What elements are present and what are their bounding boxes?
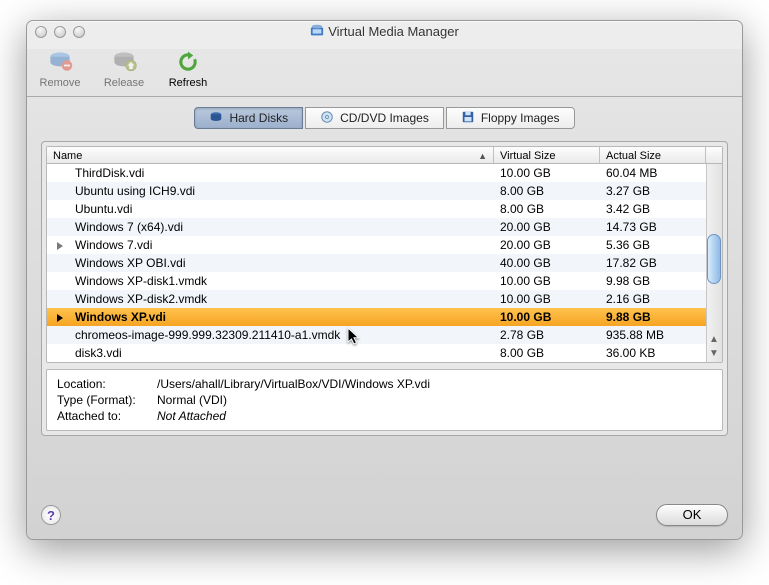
minimize-window-button[interactable] <box>54 26 66 38</box>
cell-name: disk3.vdi <box>47 346 494 360</box>
detail-value: /Users/ahall/Library/VirtualBox/VDI/Wind… <box>157 376 430 392</box>
cell-asize: 9.98 GB <box>600 274 706 288</box>
window-title: Virtual Media Manager <box>328 24 459 39</box>
tabset: Hard Disks CD/DVD Images Floppy Images <box>41 107 728 133</box>
table-body: ThirdDisk.vdi10.00 GB60.04 MBUbuntu usin… <box>47 164 722 362</box>
cell-vsize: 8.00 GB <box>494 202 600 216</box>
floppy-icon <box>461 110 475 127</box>
cell-name: Ubuntu.vdi <box>47 202 494 216</box>
cell-vsize: 20.00 GB <box>494 238 600 252</box>
window-controls <box>35 26 85 38</box>
table-row[interactable]: chromeos-image-999.999.32309.211410-a1.v… <box>47 326 722 344</box>
detail-label: Type (Format): <box>57 392 157 408</box>
table-row[interactable]: Windows XP-disk2.vmdk10.00 GB2.16 GB <box>47 290 722 308</box>
app-icon <box>310 23 324 37</box>
footer: ? OK <box>41 501 728 529</box>
release-button[interactable]: Release <box>101 47 147 89</box>
remove-button[interactable]: Remove <box>37 47 83 89</box>
cell-vsize: 10.00 GB <box>494 274 600 288</box>
col-corner <box>706 147 722 163</box>
cell-asize: 36.00 KB <box>600 346 706 360</box>
scrollbar[interactable]: ▲ ▼ <box>706 164 722 362</box>
hard-disk-icon <box>209 110 223 127</box>
table-row[interactable]: Windows XP-disk1.vmdk10.00 GB9.98 GB <box>47 272 722 290</box>
tab-label: Hard Disks <box>229 111 288 125</box>
cell-vsize: 8.00 GB <box>494 184 600 198</box>
table-row[interactable]: Windows XP OBI.vdi40.00 GB17.82 GB <box>47 254 722 272</box>
scroll-down-icon[interactable]: ▼ <box>707 347 721 361</box>
zoom-window-button[interactable] <box>73 26 85 38</box>
refresh-button[interactable]: Refresh <box>165 47 211 89</box>
release-icon <box>109 47 139 77</box>
tab-cd-images[interactable]: CD/DVD Images <box>305 107 444 129</box>
disclosure-triangle-icon[interactable] <box>57 314 63 322</box>
disc-icon <box>320 110 334 127</box>
table-row[interactable]: disk3.vdi8.00 GB36.00 KB <box>47 344 722 362</box>
cell-name: Windows 7 (x64).vdi <box>47 220 494 234</box>
cell-vsize: 10.00 GB <box>494 166 600 180</box>
col-asize[interactable]: Actual Size <box>600 147 706 163</box>
cell-asize: 5.36 GB <box>600 238 706 252</box>
ok-button[interactable]: OK <box>656 504 728 526</box>
scroll-thumb[interactable] <box>707 234 721 284</box>
cell-asize: 2.16 GB <box>600 292 706 306</box>
cell-asize: 17.82 GB <box>600 256 706 270</box>
titlebar: Virtual Media Manager <box>27 21 742 43</box>
table-row[interactable]: Ubuntu using ICH9.vdi8.00 GB3.27 GB <box>47 182 722 200</box>
detail-label: Attached to: <box>57 408 157 424</box>
tab-floppy-images[interactable]: Floppy Images <box>446 107 575 129</box>
col-vsize[interactable]: Virtual Size <box>494 147 600 163</box>
window: Virtual Media Manager Remove Release Ref… <box>26 20 743 540</box>
detail-value: Not Attached <box>157 408 226 424</box>
cell-name: Windows 7.vdi <box>47 238 494 252</box>
cell-vsize: 10.00 GB <box>494 292 600 306</box>
table-row[interactable]: Ubuntu.vdi8.00 GB3.42 GB <box>47 200 722 218</box>
cell-name: chromeos-image-999.999.32309.211410-a1.v… <box>47 328 494 342</box>
table-row[interactable]: Windows 7.vdi20.00 GB5.36 GB <box>47 236 722 254</box>
panel: Name▲ Virtual Size Actual Size ThirdDisk… <box>41 141 728 436</box>
tab-label: Floppy Images <box>481 111 560 125</box>
table-row[interactable]: ThirdDisk.vdi10.00 GB60.04 MB <box>47 164 722 182</box>
cell-name: Ubuntu using ICH9.vdi <box>47 184 494 198</box>
release-label: Release <box>104 77 144 89</box>
cell-vsize: 40.00 GB <box>494 256 600 270</box>
disk-table: Name▲ Virtual Size Actual Size ThirdDisk… <box>46 146 723 363</box>
cell-asize: 14.73 GB <box>600 220 706 234</box>
tab-hard-disks[interactable]: Hard Disks <box>194 107 303 129</box>
table-row[interactable]: Windows XP.vdi10.00 GB9.88 GB <box>47 308 722 326</box>
refresh-label: Refresh <box>169 77 208 89</box>
cell-asize: 935.88 MB <box>600 328 706 342</box>
cell-name: Windows XP-disk2.vmdk <box>47 292 494 306</box>
cell-asize: 60.04 MB <box>600 166 706 180</box>
content: Hard Disks CD/DVD Images Floppy Images N… <box>27 97 742 450</box>
cell-vsize: 20.00 GB <box>494 220 600 234</box>
col-name[interactable]: Name▲ <box>47 147 494 163</box>
detail-label: Location: <box>57 376 157 392</box>
cell-vsize: 2.78 GB <box>494 328 600 342</box>
cell-name: Windows XP OBI.vdi <box>47 256 494 270</box>
disclosure-triangle-icon[interactable] <box>57 242 63 250</box>
remove-icon <box>45 47 75 77</box>
table-row[interactable]: Windows 7 (x64).vdi20.00 GB14.73 GB <box>47 218 722 236</box>
scroll-up-icon[interactable]: ▲ <box>707 333 721 347</box>
cell-name: Windows XP.vdi <box>47 310 494 324</box>
remove-label: Remove <box>40 77 81 89</box>
cell-name: Windows XP-disk1.vmdk <box>47 274 494 288</box>
cell-asize: 3.42 GB <box>600 202 706 216</box>
details: Location:/Users/ahall/Library/VirtualBox… <box>46 369 723 431</box>
tab-label: CD/DVD Images <box>340 111 429 125</box>
refresh-icon <box>173 47 203 77</box>
cell-vsize: 10.00 GB <box>494 310 600 324</box>
cell-asize: 9.88 GB <box>600 310 706 324</box>
detail-value: Normal (VDI) <box>157 392 227 408</box>
table-header: Name▲ Virtual Size Actual Size <box>47 147 722 164</box>
sort-indicator-icon: ▲ <box>478 151 487 161</box>
toolbar: Remove Release Refresh <box>27 43 742 97</box>
cell-name: ThirdDisk.vdi <box>47 166 494 180</box>
cell-vsize: 8.00 GB <box>494 346 600 360</box>
close-window-button[interactable] <box>35 26 47 38</box>
cell-asize: 3.27 GB <box>600 184 706 198</box>
help-button[interactable]: ? <box>41 505 61 525</box>
